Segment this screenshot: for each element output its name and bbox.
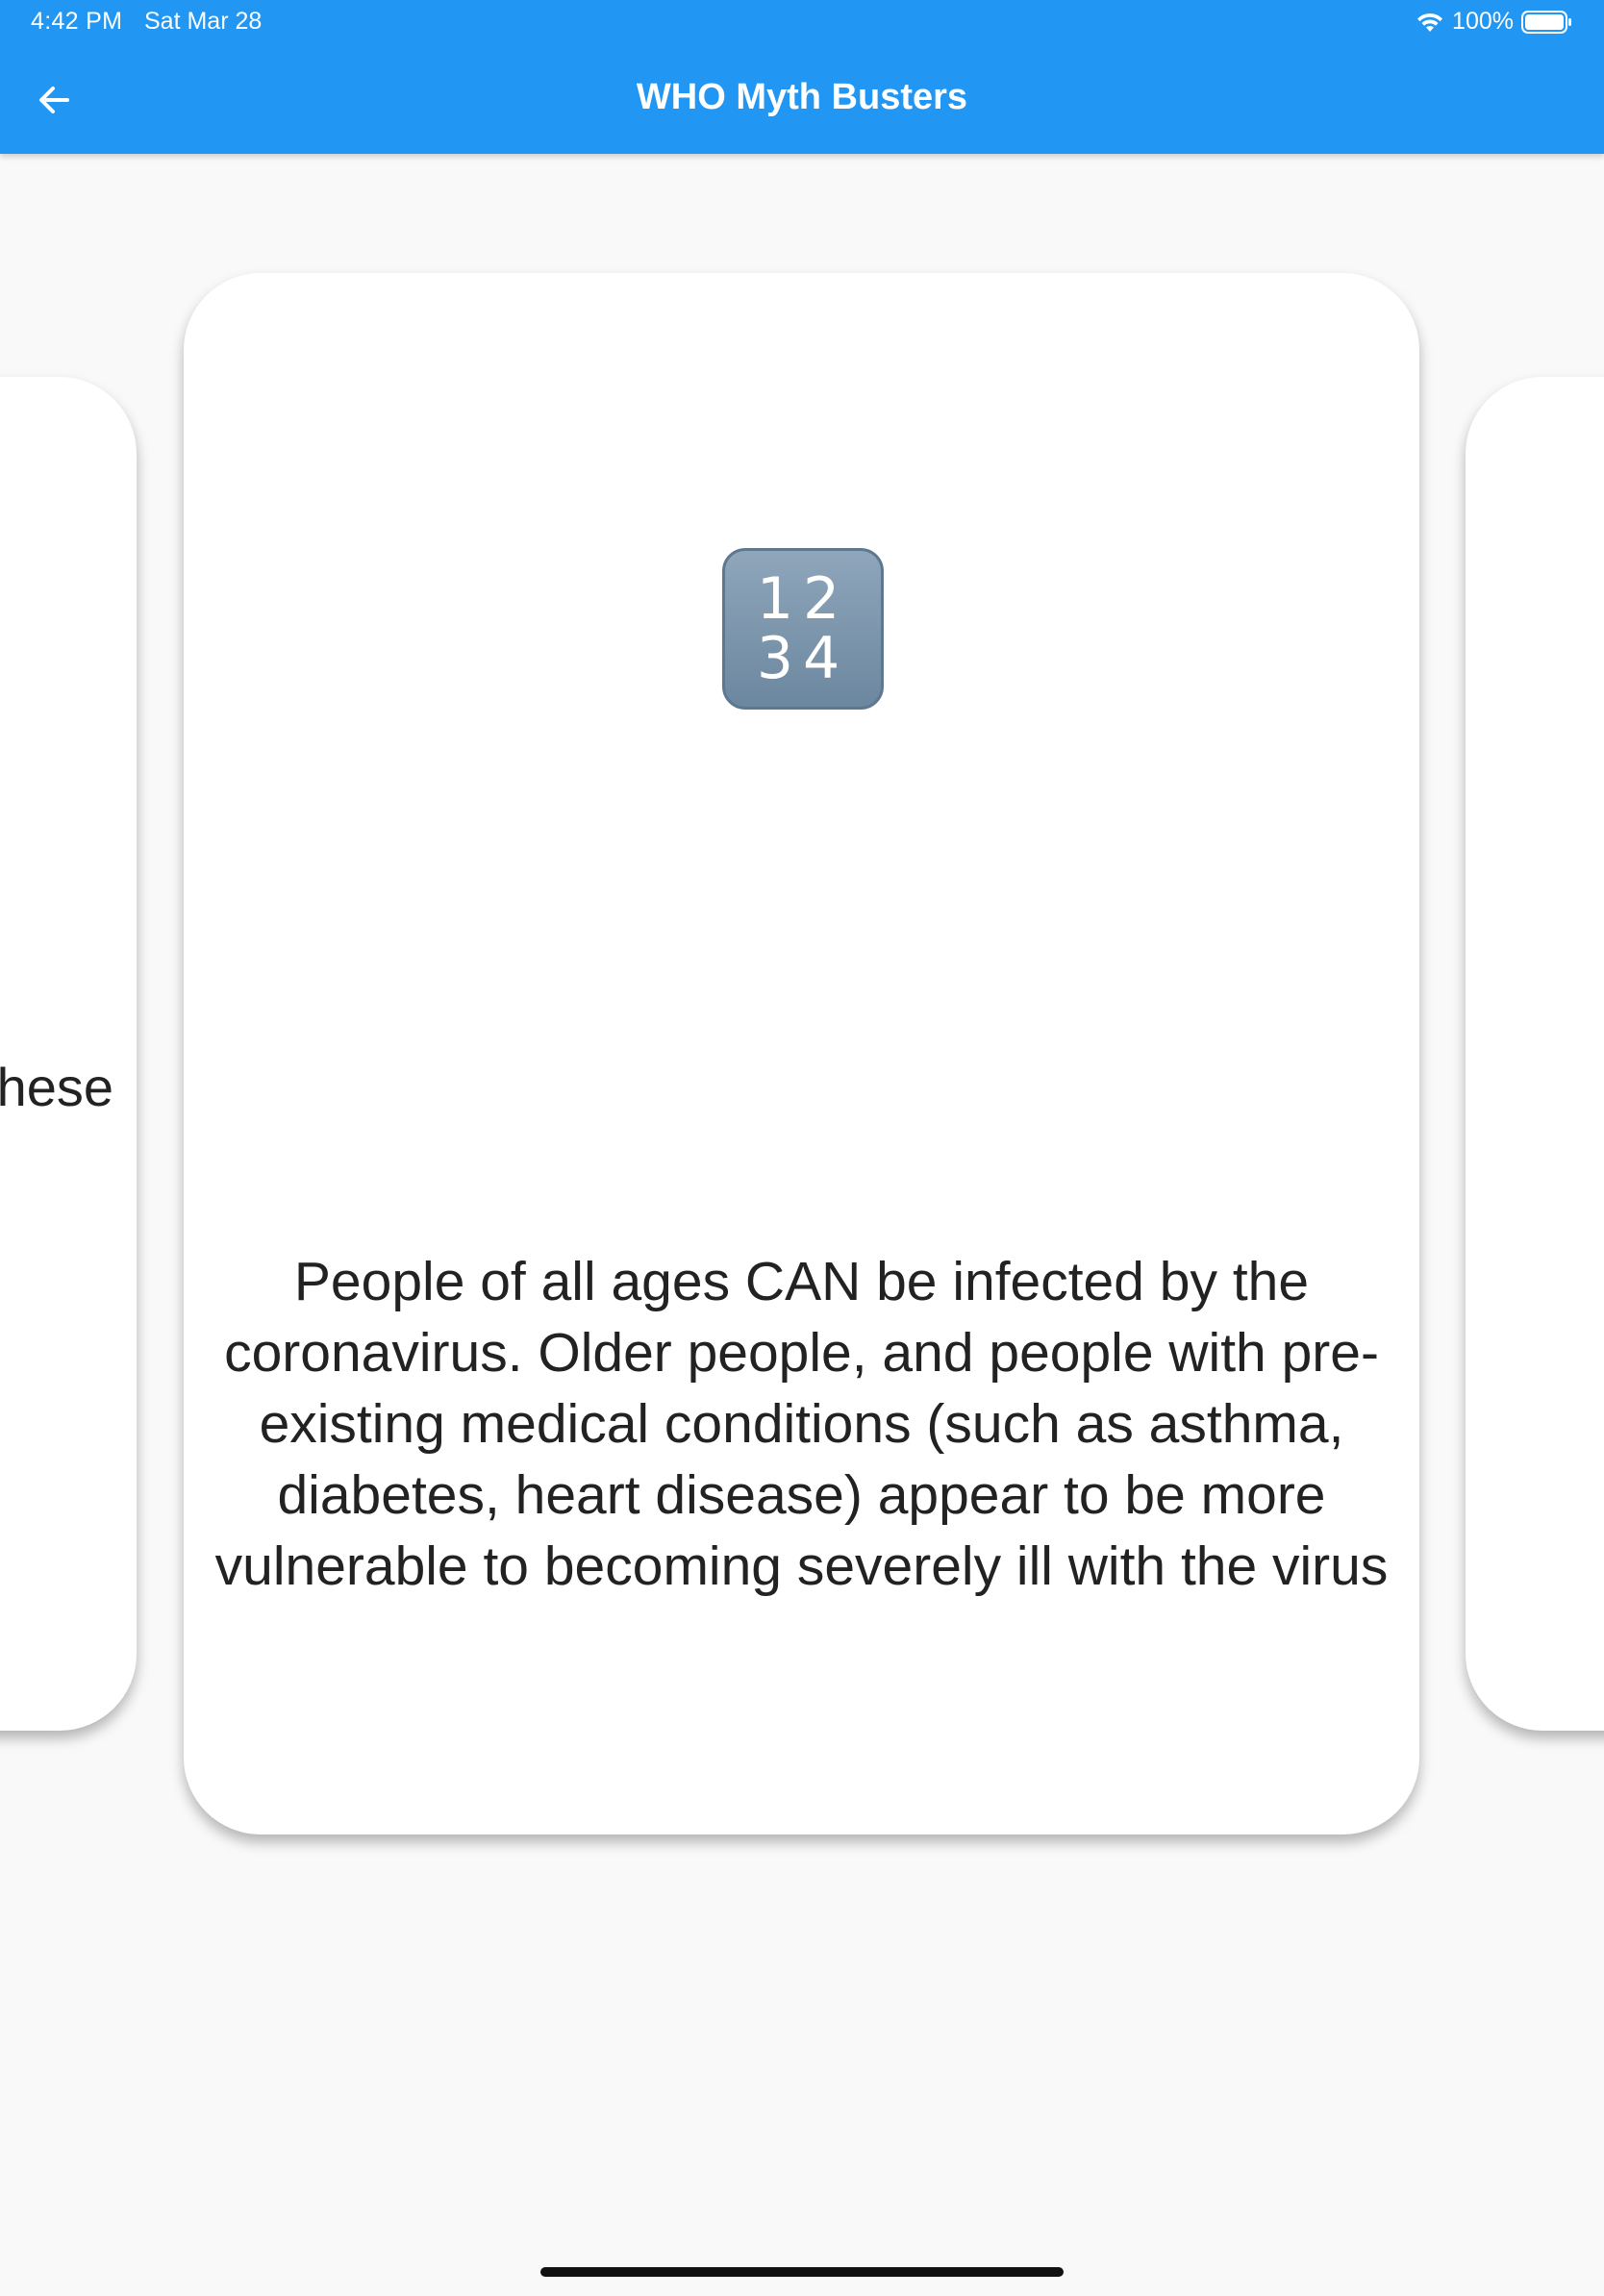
- previous-card-text: hese: [0, 1057, 113, 1117]
- wifi-icon: [1417, 12, 1443, 32]
- battery-icon: [1521, 10, 1571, 34]
- status-time: 4:42 PM: [31, 8, 123, 35]
- status-date: Sat Mar 28: [144, 8, 263, 35]
- myth-text: People of all ages CAN be infected by th…: [214, 1251, 1389, 1597]
- page-title: WHO Myth Busters: [636, 77, 968, 117]
- battery-percentage: 100%: [1452, 8, 1514, 35]
- input-numbers-icon: 12 34: [722, 548, 884, 710]
- emoji-row-top: 12: [756, 565, 850, 633]
- next-card[interactable]: [1466, 377, 1604, 1731]
- myth-carousel[interactable]: hese 12 34 People of all ages CAN be inf…: [0, 154, 1604, 1981]
- app-bar: 4:42 PM Sat Mar 28 100% WHO Myth Busters: [0, 0, 1604, 154]
- current-card[interactable]: 12 34 People of all ages CAN be infected…: [184, 273, 1419, 1834]
- home-indicator[interactable]: [540, 2267, 1064, 2277]
- previous-card[interactable]: hese: [0, 377, 137, 1731]
- emoji-row-bottom: 34: [756, 625, 850, 692]
- status-indicators: 100%: [1416, 8, 1573, 36]
